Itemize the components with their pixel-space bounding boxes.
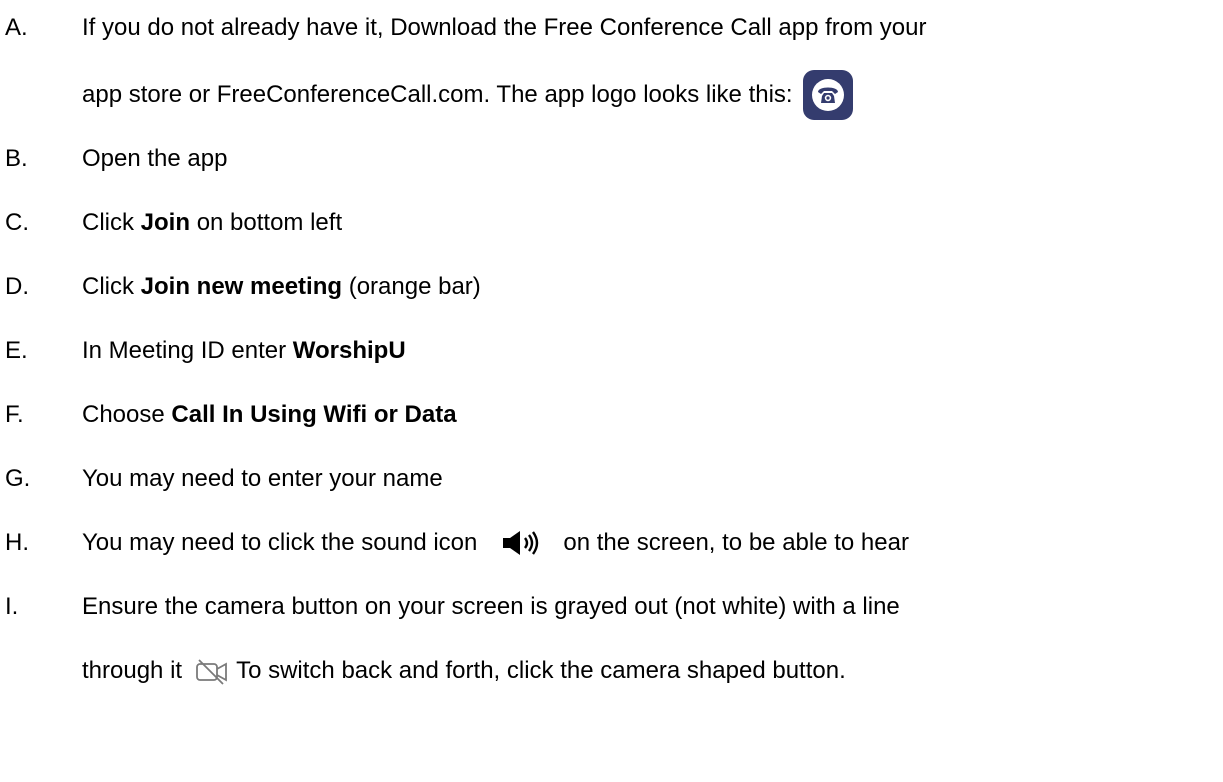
step-text-bold: Call In Using Wifi or Data [171, 401, 457, 428]
step-text-plain: on the screen, to be able to hear [563, 529, 909, 556]
step-letter: H. [5, 529, 29, 556]
step-text: through it To switch back and forth, cli… [82, 651, 846, 691]
speaker-sound-icon [499, 528, 543, 558]
step-letter: B. [5, 145, 28, 172]
step-text-plain: To switch back and forth, click the came… [236, 657, 846, 684]
instructions-document: A. If you do not already have it, Downlo… [0, 0, 1223, 782]
step-text-plain: In Meeting ID enter [82, 337, 287, 364]
step-text-with-logo: app store or FreeConferenceCall.com. The… [82, 70, 853, 120]
step-text: Open the app [82, 145, 228, 172]
step-text: You may need to click the sound icon on … [82, 523, 909, 563]
step-text: If you do not already have it, Download … [82, 14, 927, 41]
step-letter: I. [5, 593, 19, 620]
step-letter: A. [5, 14, 28, 41]
step-text-plain: through it [82, 657, 183, 684]
step-letter: C. [5, 209, 29, 236]
step-letter: D. [5, 273, 29, 300]
step-text: Click Join new meeting (orange bar) [82, 267, 481, 307]
step-text-bold: Join [140, 209, 191, 236]
step-text: Click Join on bottom left [82, 203, 342, 243]
step-text-plain: on bottom left [196, 209, 343, 236]
step-text-plain: (orange bar) [348, 273, 481, 300]
step-text-plain: Click [82, 273, 134, 300]
step-letter: E. [5, 337, 28, 364]
step-text-plain: You may need to click the sound icon [82, 529, 478, 556]
step-text: app store or FreeConferenceCall.com. The… [82, 81, 793, 108]
phone-app-logo-icon [802, 70, 853, 120]
step-text: In Meeting ID enter WorshipU [82, 331, 406, 371]
step-letter: F. [5, 401, 24, 428]
step-text: Ensure the camera button on your screen … [82, 593, 900, 620]
step-text: Choose Call In Using Wifi or Data [82, 395, 457, 435]
camera-off-icon [194, 656, 230, 686]
step-text-plain: Choose [82, 401, 165, 428]
step-text-bold: Join new meeting [140, 273, 343, 300]
step-text: You may need to enter your name [82, 465, 443, 492]
step-letter: G. [5, 465, 31, 492]
step-text-plain: Click [82, 209, 134, 236]
step-text-bold: WorshipU [292, 337, 406, 364]
